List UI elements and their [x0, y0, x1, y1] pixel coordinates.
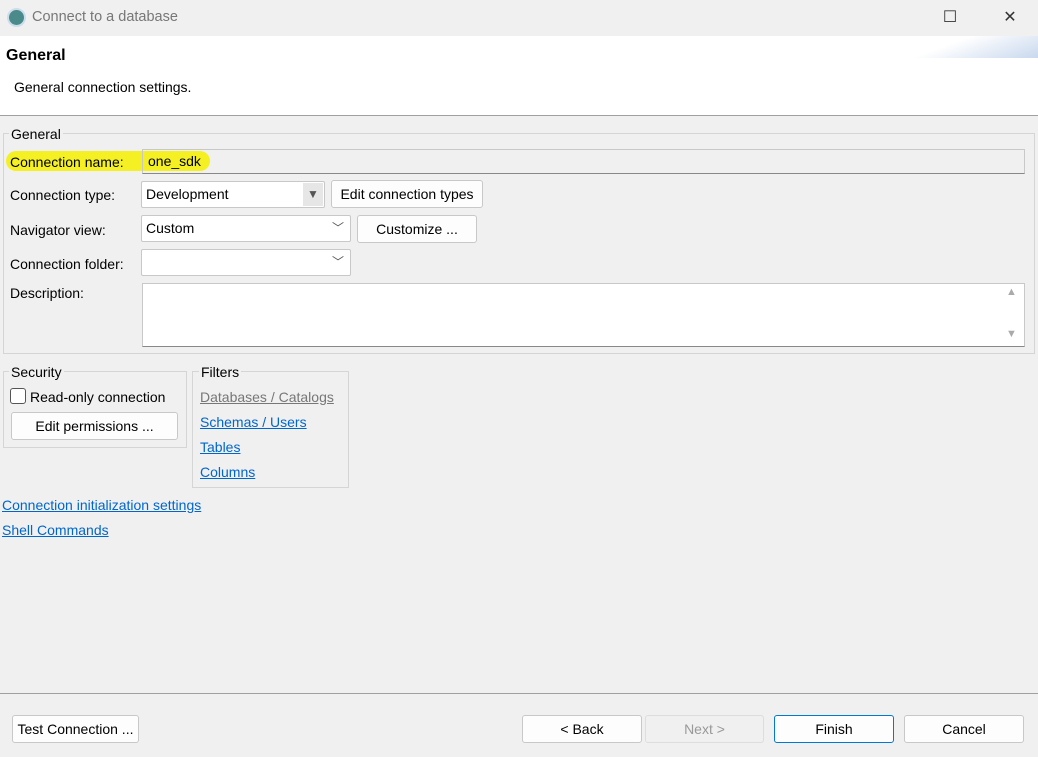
chevron-down-icon: ﹀	[331, 255, 344, 269]
connection-type-select[interactable]: Development ▼	[141, 181, 325, 208]
maximize-icon[interactable]: ☐	[935, 6, 965, 30]
footer-separator	[0, 693, 1038, 694]
filters-legend: Filters	[199, 364, 242, 380]
read-only-checkbox[interactable]	[10, 388, 26, 404]
security-legend: Security	[9, 364, 64, 380]
next-button[interactable]: Next >	[645, 715, 764, 743]
connection-name-input[interactable]: one_sdk	[142, 149, 1025, 174]
filter-databases-link[interactable]: Databases / Catalogs	[200, 389, 334, 405]
scroll-up-icon[interactable]: ▲	[1006, 286, 1017, 298]
connection-folder-label: Connection folder:	[10, 256, 124, 272]
scroll-down-icon[interactable]: ▼	[1006, 328, 1017, 340]
filter-schemas-link[interactable]: Schemas / Users	[200, 414, 307, 430]
filter-columns-link[interactable]: Columns	[200, 464, 255, 480]
connection-init-settings-link[interactable]: Connection initialization settings	[2, 497, 201, 513]
cancel-button[interactable]: Cancel	[904, 715, 1024, 743]
wizard-header	[0, 36, 1038, 116]
header-banner	[888, 36, 1038, 58]
finish-button[interactable]: Finish	[774, 715, 894, 743]
close-icon[interactable]: ✕	[995, 6, 1025, 30]
shell-commands-link[interactable]: Shell Commands	[2, 522, 109, 538]
general-legend: General	[9, 126, 63, 142]
window-title: Connect to a database	[32, 9, 178, 25]
page-title: General	[6, 47, 66, 64]
app-icon	[7, 8, 26, 27]
connection-type-value: Development	[146, 186, 229, 202]
customize-button[interactable]: Customize ...	[357, 215, 477, 243]
edit-connection-types-button[interactable]: Edit connection types	[331, 180, 483, 208]
connection-name-value: one_sdk	[148, 153, 201, 169]
dropdown-triangle-icon: ▼	[303, 183, 323, 206]
page-description: General connection settings.	[14, 79, 192, 95]
description-label: Description:	[10, 285, 84, 301]
description-textarea[interactable]	[142, 283, 1025, 347]
read-only-label[interactable]: Read-only connection	[30, 389, 165, 405]
chevron-down-icon: ﹀	[331, 221, 344, 235]
connection-folder-select[interactable]: ﹀	[141, 249, 351, 276]
connection-name-label: Connection name:	[10, 154, 124, 170]
test-connection-button[interactable]: Test Connection ...	[12, 715, 139, 743]
connection-type-label: Connection type:	[10, 187, 116, 203]
back-button[interactable]: < Back	[522, 715, 642, 743]
navigator-view-select[interactable]: Custom ﹀	[141, 215, 351, 242]
navigator-view-value: Custom	[146, 220, 195, 236]
edit-permissions-button[interactable]: Edit permissions ...	[11, 412, 178, 440]
filter-tables-link[interactable]: Tables	[200, 439, 240, 455]
navigator-view-label: Navigator view:	[10, 222, 106, 238]
